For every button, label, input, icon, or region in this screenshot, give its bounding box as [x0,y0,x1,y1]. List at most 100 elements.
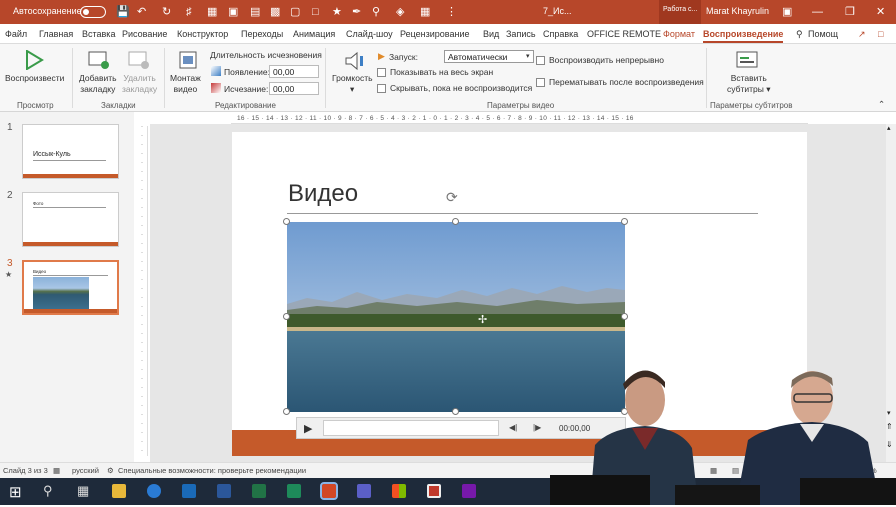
windows-start-icon[interactable]: ⊞ [9,483,22,501]
comments-icon[interactable]: □ [878,29,883,39]
minimize-icon[interactable]: — [812,5,823,19]
teams-icon[interactable] [357,484,371,498]
table-icon[interactable]: ▦ [420,5,430,19]
slide-thumbnail-1[interactable]: Иссык-Куль [22,124,119,179]
qa-tool-2-icon[interactable]: ▦ [207,5,217,19]
resize-handle[interactable] [283,218,290,225]
tab-review[interactable]: Рецензирование [400,29,470,39]
slide-counter[interactable]: Слайд 3 из 3 [3,466,48,475]
tab-help[interactable]: Справка [543,29,578,39]
rewind-checkbox[interactable] [536,78,545,87]
user-name[interactable]: Marat Khayrulin [706,6,769,16]
slide-thumbnail-3[interactable]: Видео [22,260,119,315]
customize-icon[interactable]: ⋮ [446,5,457,19]
play-icon [26,50,44,70]
tab-office-remote[interactable]: OFFICE REMOTE [587,29,661,39]
slide-thumbnail-2[interactable]: Фото [22,192,119,247]
rotate-handle-icon[interactable]: ⟳ [446,189,458,206]
tab-record[interactable]: Запись [506,29,536,39]
undo-icon[interactable]: ↶ [137,5,146,19]
qa-tool-4-icon[interactable]: ▤ [250,5,260,19]
fade-out-field[interactable]: 00,00 [269,82,319,95]
close-icon[interactable]: ✕ [876,5,885,19]
tab-home[interactable]: Главная [39,29,73,39]
step-forward-icon[interactable]: |▶ [533,423,541,432]
accessibility-status[interactable]: Специальные возможности: проверьте реком… [118,466,306,475]
start-select[interactable]: Автоматически [444,50,534,63]
autosave-label: Автосохранение [13,6,82,16]
add-bookmark-button[interactable]: Добавить закладку [79,73,117,95]
autosave-toggle[interactable] [80,6,106,18]
pen-icon[interactable]: ✒ [352,5,361,19]
tab-file[interactable]: Файл [5,29,27,39]
resize-handle[interactable] [621,218,628,225]
resize-handle[interactable] [283,408,290,415]
loop-label: Воспроизводить непрерывно [549,55,664,65]
qa-tool-3-icon[interactable]: ▣ [228,5,238,19]
resize-handle[interactable] [452,218,459,225]
qa-tool-1-icon[interactable]: ♯ [186,5,192,19]
file-explorer-icon[interactable] [112,484,126,498]
volume-button[interactable]: Громкость [332,73,373,84]
trim-video-button[interactable]: Монтаж видео [170,73,201,95]
fade-duration-label: Длительность исчезновения [210,50,322,60]
tab-insert[interactable]: Вставка [82,29,115,39]
qa-tool-6-icon[interactable]: ▢ [290,5,300,19]
qa-tool-7-icon[interactable]: □ [312,5,319,19]
loop-checkbox[interactable] [536,56,545,65]
accessibility-icon[interactable]: ⚙ [107,466,114,475]
search-taskbar-icon[interactable]: ⚲ [43,483,53,499]
edge-icon[interactable] [147,484,161,498]
fullscreen-checkbox[interactable] [377,68,386,77]
tab-animations[interactable]: Анимация [293,29,335,39]
tab-view[interactable]: Вид [483,29,499,39]
qa-tool-9-icon[interactable]: ⚲ [372,5,380,19]
start-select-chevron-icon[interactable]: ▾ [526,51,530,62]
save-icon[interactable]: 💾 [116,5,130,19]
thumb-title: Видео [33,269,47,274]
tab-playback[interactable]: Воспроизведение [703,29,784,43]
qa-tool-8-icon[interactable]: ★ [332,5,342,19]
resize-handle[interactable] [283,313,290,320]
powerpoint-icon[interactable] [320,482,338,500]
tab-slideshow[interactable]: Слайд-шоу [346,29,393,39]
resize-handle[interactable] [621,313,628,320]
scroll-up-icon[interactable]: ▴ [887,124,891,132]
remove-bookmark-button[interactable]: Удалить закладку [122,73,157,95]
fill-icon[interactable]: ◈ [396,5,404,19]
store-icon[interactable] [392,484,406,498]
ribbon-display-icon[interactable]: ▣ [782,5,792,19]
language-indicator[interactable]: русский [72,466,99,475]
photos-icon[interactable] [427,484,441,498]
play-button[interactable]: Воспроизвести [5,73,64,84]
hide-not-playing-checkbox[interactable] [377,84,386,93]
word-icon[interactable] [217,484,231,498]
task-view-icon[interactable]: ▦ [77,483,89,499]
tell-me-input[interactable]: Помощ [808,29,838,39]
sway-icon[interactable] [287,484,301,498]
fade-in-field[interactable]: 00,00 [269,65,319,78]
vertical-ruler [136,126,148,456]
outlook-icon[interactable] [182,484,196,498]
title-bar: Автосохранение 💾 ↶ ↻ ♯ ▦ ▣ ▤ ▩ ▢ □ ★ ✒ ⚲… [0,0,896,24]
video-play-icon[interactable]: ▶ [304,422,312,435]
collapse-ribbon-icon[interactable]: ⌃ [878,99,885,110]
redo-icon[interactable]: ↻ [162,5,171,19]
slide-title[interactable]: Видео [288,180,358,208]
tab-transitions[interactable]: Переходы [241,29,283,39]
search-icon[interactable]: ⚲ [796,29,803,40]
qa-tool-5-icon[interactable]: ▩ [270,5,280,19]
resize-handle[interactable] [452,408,459,415]
share-icon[interactable]: ↗ [858,29,866,40]
tab-draw[interactable]: Рисование [122,29,167,39]
spellcheck-icon[interactable]: ▦ [53,466,60,475]
restore-icon[interactable]: ❐ [845,5,855,19]
tab-design[interactable]: Конструктор [177,29,228,39]
volume-dropdown-icon[interactable]: ▾ [350,84,354,95]
step-back-icon[interactable]: ◀| [509,423,517,432]
insert-captions-button[interactable]: Вставить субтитры ▾ [727,73,770,95]
video-timeline[interactable] [323,420,499,436]
tab-format[interactable]: Формат [663,29,695,39]
excel-icon[interactable] [252,484,266,498]
onenote-icon[interactable] [462,484,476,498]
